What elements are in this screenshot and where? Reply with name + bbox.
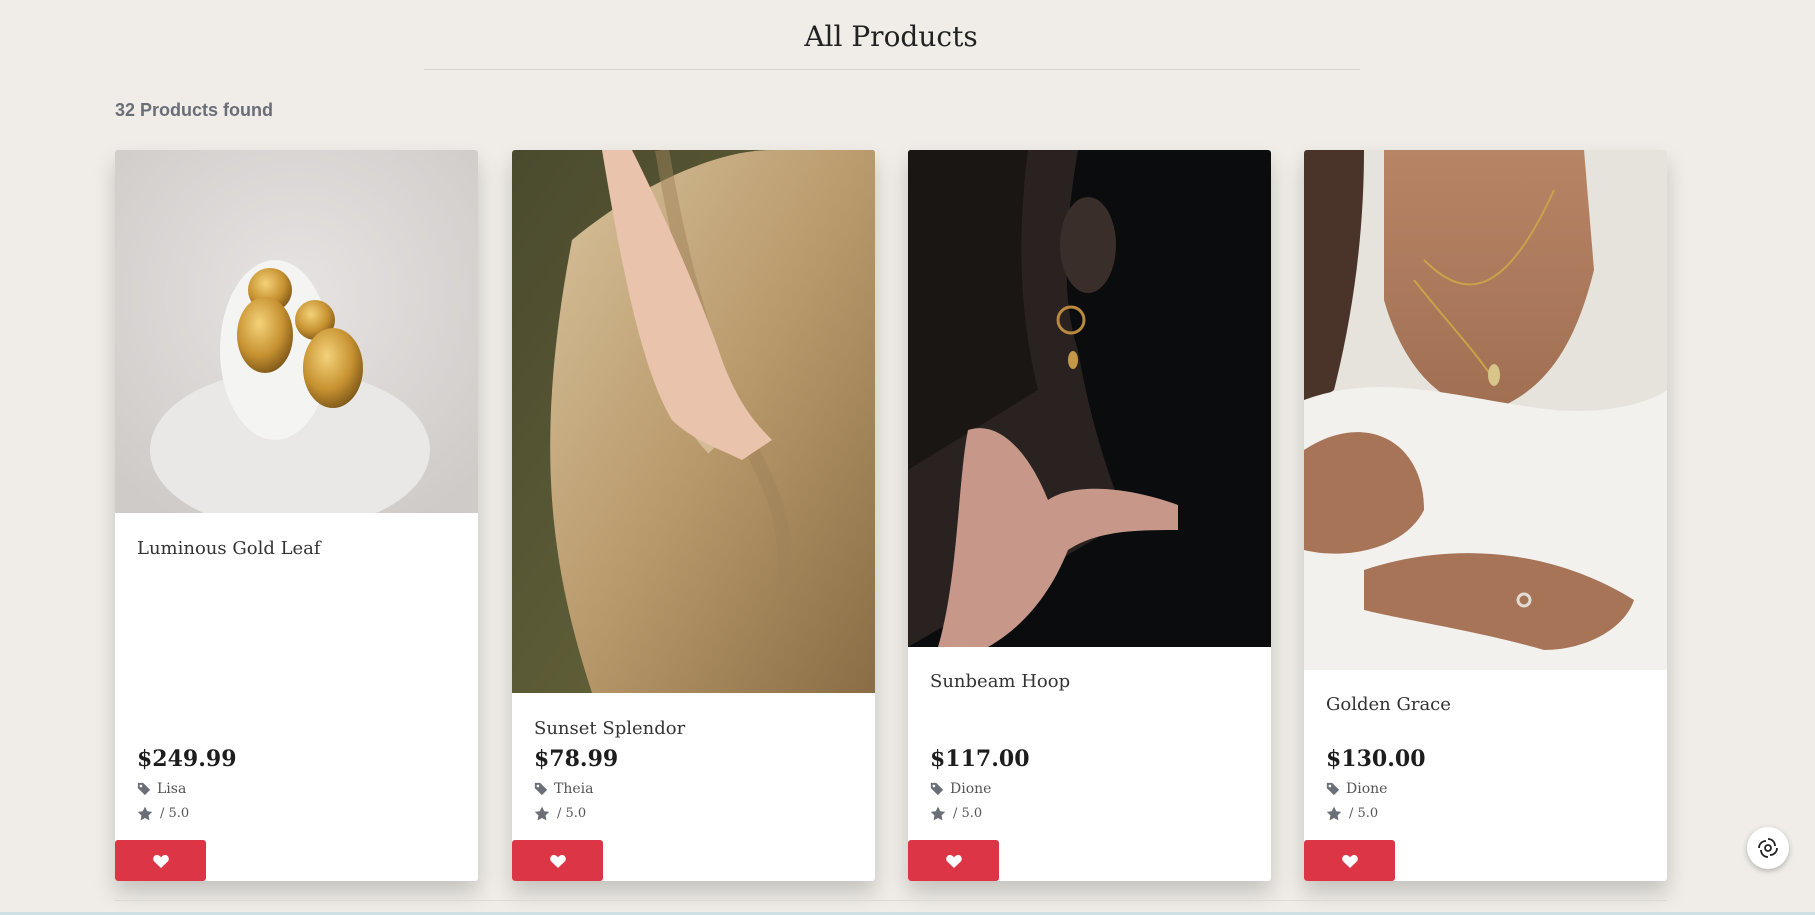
star-icon: [1326, 806, 1342, 821]
tag-icon: [534, 782, 548, 796]
product-image[interactable]: [512, 150, 875, 693]
rating-suffix: / 5.0: [953, 806, 983, 821]
swirl-logo-icon: [1758, 838, 1778, 858]
product-brand: Theia: [534, 781, 593, 797]
add-to-wishlist-button[interactable]: [1304, 840, 1395, 881]
star-icon: [137, 806, 153, 821]
product-name[interactable]: Luminous Gold Leaf: [137, 538, 321, 559]
product-name[interactable]: Sunset Splendor: [534, 718, 685, 739]
product-image[interactable]: [115, 150, 478, 513]
product-rating: / 5.0: [137, 806, 189, 821]
brand-label: Lisa: [157, 781, 187, 797]
rating-suffix: / 5.0: [1349, 806, 1379, 821]
product-price: $78.99: [534, 746, 619, 772]
heart-icon: [549, 854, 566, 868]
brand-label: Dione: [1346, 781, 1388, 797]
product-rating: / 5.0: [534, 806, 586, 821]
heart-icon: [1341, 854, 1358, 868]
product-name[interactable]: Golden Grace: [1326, 694, 1451, 715]
add-to-wishlist-button[interactable]: [908, 840, 999, 881]
page-title: All Products: [804, 20, 978, 53]
product-price: $249.99: [137, 746, 237, 772]
product-price: $130.00: [1326, 746, 1426, 772]
tag-icon: [930, 782, 944, 796]
star-icon: [930, 806, 946, 821]
product-card[interactable]: Luminous Gold Leaf $249.99 Lisa / 5.0: [115, 150, 478, 881]
floating-assistant-button[interactable]: [1747, 827, 1789, 869]
tag-icon: [137, 782, 151, 796]
brand-label: Theia: [554, 781, 594, 797]
rating-suffix: / 5.0: [557, 806, 587, 821]
product-image[interactable]: [908, 150, 1271, 647]
add-to-wishlist-button[interactable]: [115, 840, 206, 881]
product-brand: Dione: [930, 781, 991, 797]
brand-label: Dione: [950, 781, 992, 797]
product-brand: Lisa: [137, 781, 186, 797]
product-rating: / 5.0: [930, 806, 982, 821]
rating-suffix: / 5.0: [160, 806, 190, 821]
product-rating: / 5.0: [1326, 806, 1378, 821]
star-icon: [534, 806, 550, 821]
tag-icon: [1326, 782, 1340, 796]
product-card[interactable]: Sunset Splendor $78.99 Theia / 5.0: [512, 150, 875, 881]
product-brand: Dione: [1326, 781, 1387, 797]
product-card[interactable]: Golden Grace $130.00 Dione / 5.0: [1304, 150, 1667, 881]
heart-icon: [152, 854, 169, 868]
results-count: 32 Products found: [115, 100, 274, 120]
bottom-divider: [115, 900, 1667, 901]
product-price: $117.00: [930, 746, 1030, 772]
product-card[interactable]: Sunbeam Hoop $117.00 Dione / 5.0: [908, 150, 1271, 881]
add-to-wishlist-button[interactable]: [512, 840, 603, 881]
product-image[interactable]: [1304, 150, 1667, 670]
title-divider: [424, 69, 1360, 70]
product-name[interactable]: Sunbeam Hoop: [930, 671, 1070, 692]
heart-icon: [945, 854, 962, 868]
